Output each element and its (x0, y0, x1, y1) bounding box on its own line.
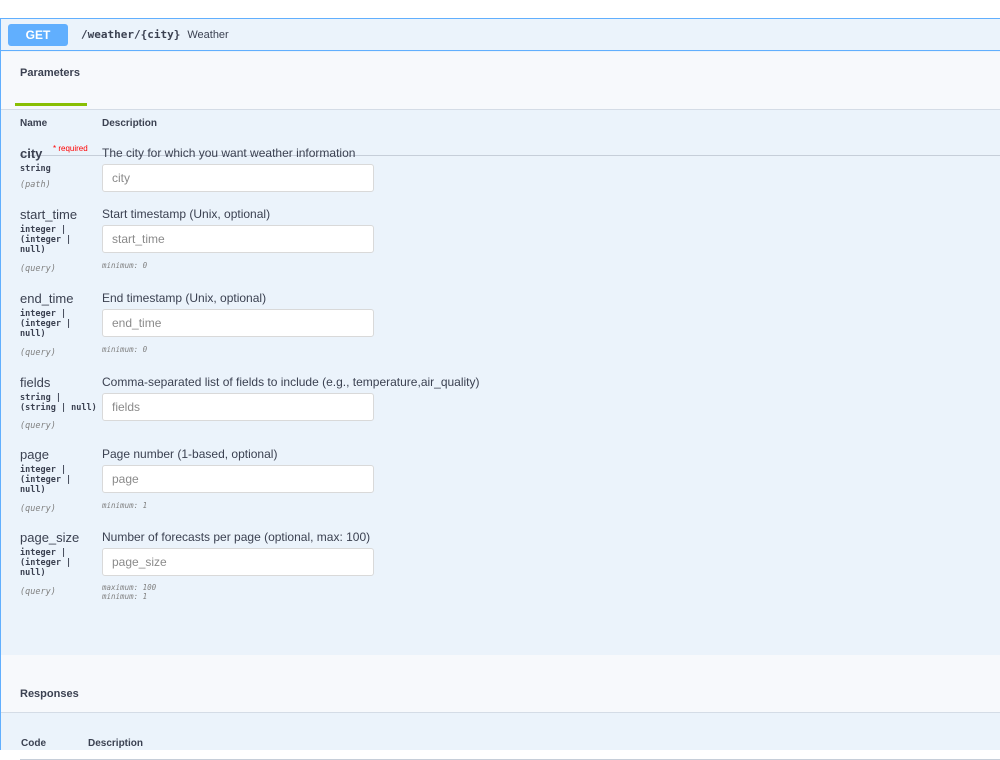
parameter-type: integer | (integer | null) (20, 465, 72, 495)
parameter-name: city (20, 146, 43, 161)
operation-summary-text: Weather (187, 28, 229, 41)
parameter-name: page (20, 447, 49, 462)
parameter-constraint: maximum: 100 minimum: 1 (102, 583, 157, 601)
end-time-input[interactable] (102, 309, 374, 337)
parameter-description: Start timestamp (Unix, optional) (102, 207, 271, 221)
parameter-description: Page number (1-based, optional) (102, 447, 278, 461)
parameter-name: end_time (20, 291, 74, 306)
parameter-name: fields (20, 375, 51, 390)
responses-section-header: Responses (1, 655, 1000, 713)
tab-active-indicator (15, 103, 87, 106)
responses-title: Responses (20, 688, 79, 700)
http-method-badge: GET (8, 23, 68, 46)
parameter-type: string (20, 164, 51, 174)
column-header-name: Name (20, 118, 48, 129)
parameter-constraint: minimum: 0 (102, 261, 148, 270)
tab-parameters[interactable]: Parameters (20, 67, 80, 79)
start-time-input[interactable] (102, 225, 374, 253)
parameter-type: integer | (integer | null) (20, 548, 72, 578)
required-marker: * required (53, 144, 88, 153)
parameter-location: (query) (20, 504, 56, 514)
parameter-type: integer | (integer | null) (20, 309, 72, 339)
parameter-location: (query) (20, 587, 56, 597)
responses-table-header: Code Description (20, 721, 1000, 760)
parameter-type: integer | (integer | null) (20, 225, 72, 255)
parameter-location: (query) (20, 421, 56, 431)
column-header-description: Description (88, 738, 144, 749)
parameter-location: (query) (20, 348, 56, 358)
parameter-type: string | (string | null) (20, 393, 97, 413)
parameter-description: The city for which you want weather info… (102, 146, 356, 160)
parameter-name: start_time (20, 207, 78, 222)
parameter-location: (query) (20, 264, 56, 274)
operation-path: /weather/{city} (81, 28, 181, 41)
parameters-section-header: Parameters (1, 52, 1000, 110)
fields-input[interactable] (102, 393, 374, 421)
parameter-name: page_size (20, 530, 80, 545)
column-header-code: Code (21, 738, 46, 749)
parameter-constraint: minimum: 1 (102, 501, 148, 510)
page-input[interactable] (102, 465, 374, 493)
parameter-description: Comma-separated list of fields to includ… (102, 375, 480, 389)
parameter-description: End timestamp (Unix, optional) (102, 291, 267, 305)
page-size-input[interactable] (102, 548, 374, 576)
operation-block-get-weather: GET /weather/{city} Weather Parameters N… (0, 18, 1000, 760)
operation-summary-bar[interactable]: GET /weather/{city} Weather (1, 19, 1000, 51)
city-input[interactable] (102, 164, 374, 192)
parameter-location: (path) (20, 180, 51, 190)
parameter-constraint: minimum: 0 (102, 345, 148, 354)
column-header-description: Description (102, 118, 158, 129)
parameter-description: Number of forecasts per page (optional, … (102, 530, 371, 544)
